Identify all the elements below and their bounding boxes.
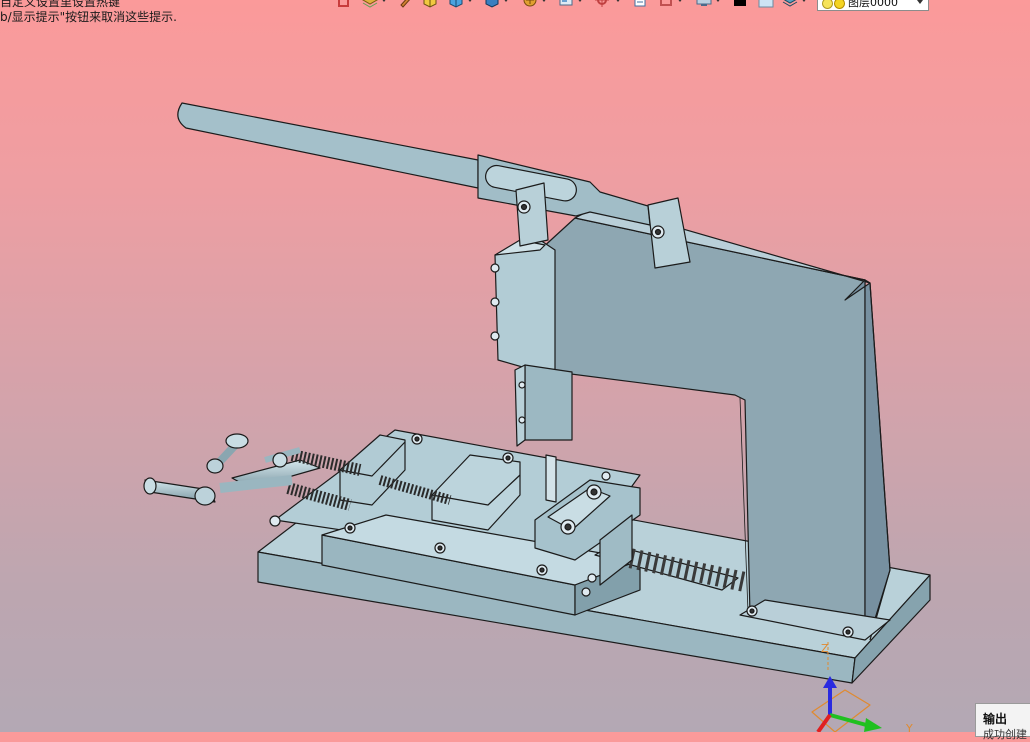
z-axis-label: Z	[821, 642, 829, 655]
model-viewport[interactable]: Z Y	[0, 0, 1030, 732]
output-panel-message: 成功创建	[983, 728, 1027, 741]
y-axis-label: Y	[905, 722, 913, 732]
output-panel-title: 输出	[983, 712, 1008, 726]
